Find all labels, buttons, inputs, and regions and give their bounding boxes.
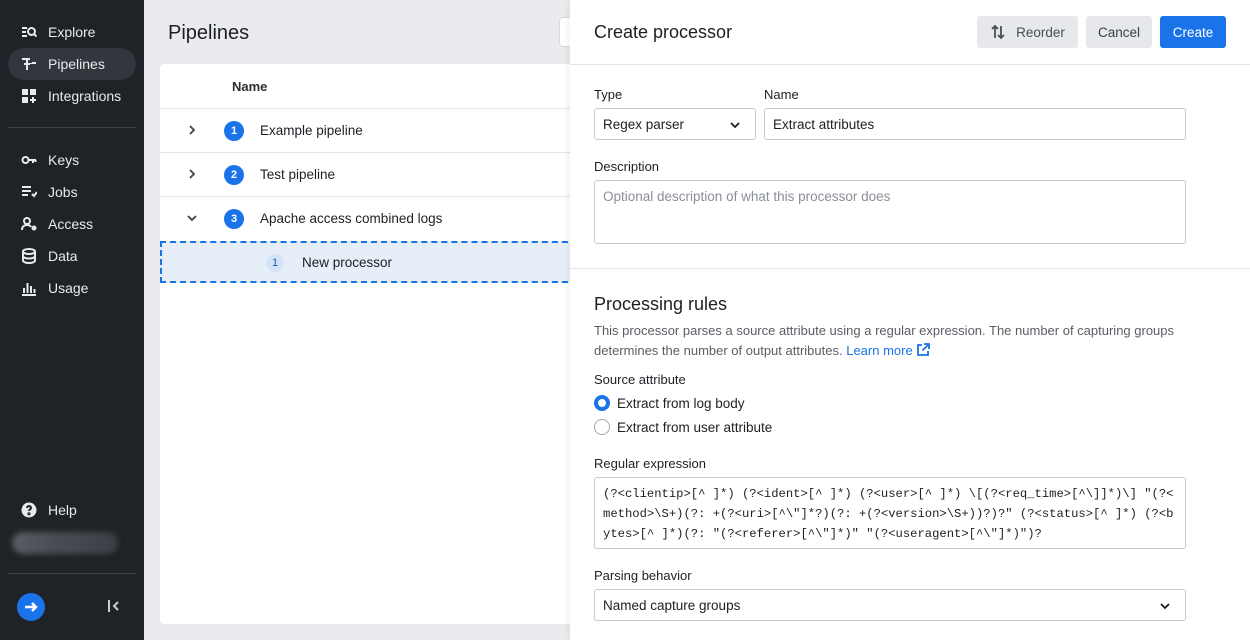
sidebar-item-access[interactable]: Access (8, 208, 136, 240)
pipeline-number-badge: 2 (224, 165, 244, 185)
reorder-button[interactable]: Reorder (977, 16, 1078, 48)
reorder-icon (991, 24, 1005, 40)
radio-user-attribute[interactable]: Extract from user attribute (594, 419, 772, 435)
type-label: Type (594, 87, 623, 102)
processor-number-badge: 1 (266, 254, 284, 272)
regex-input[interactable]: (?<clientip>[^ ]*) (?<ident>[^ ]*) (?<us… (594, 477, 1186, 549)
description-label: Description (594, 159, 660, 174)
sidebar-item-label: Jobs (48, 184, 78, 200)
description-textarea[interactable] (594, 180, 1186, 244)
sidebar-item-integrations[interactable]: Integrations (8, 80, 136, 112)
radio-label: Extract from user attribute (617, 419, 773, 435)
page-title: Pipelines (168, 22, 250, 44)
sidebar-item-label: Data (48, 248, 78, 264)
sidebar-item-label: Keys (48, 152, 80, 168)
pipeline-number-badge: 1 (224, 121, 244, 141)
radio-label: Extract from log body (617, 395, 745, 411)
table-row[interactable]: 2 Test pipeline (160, 152, 580, 196)
chevron-right-icon[interactable] (185, 123, 199, 137)
integrations-icon (20, 87, 38, 105)
cancel-button[interactable]: Cancel (1086, 16, 1152, 48)
explore-icon (20, 23, 38, 41)
processor-row-selected[interactable]: 1 New processor (160, 241, 578, 283)
sidebar-item-label: Pipelines (48, 56, 105, 72)
sidebar-item-pipelines[interactable]: Pipelines (8, 48, 136, 80)
sidebar-item-help[interactable]: Help (8, 494, 136, 526)
sidebar-item-explore[interactable]: Explore (8, 16, 136, 48)
reorder-label: Reorder (1016, 24, 1065, 40)
processing-rules-title: Processing rules (594, 294, 728, 314)
pipeline-name: Example pipeline (260, 123, 363, 138)
type-select-value: Regex parser (603, 116, 685, 132)
chevron-down-icon (730, 122, 740, 129)
parsing-behavior-value: Named capture groups (603, 597, 741, 613)
collapse-sidebar-icon[interactable] (106, 598, 122, 614)
pipelines-table: Name 1 Example pipeline 2 Test pipeline … (160, 64, 580, 624)
regex-label: Regular expression (594, 456, 707, 471)
radio-log-body[interactable]: Extract from log body (594, 395, 745, 411)
name-label: Name (764, 87, 799, 102)
processor-name: New processor (302, 255, 393, 270)
learn-more-link[interactable]: Learn more (846, 343, 930, 358)
brand-logo-icon[interactable] (17, 593, 45, 621)
sidebar-divider (8, 127, 136, 128)
access-icon (20, 215, 38, 233)
divider (570, 64, 1250, 65)
panel-title: Create processor (594, 22, 733, 42)
table-row[interactable]: 3 Apache access combined logs (160, 196, 580, 240)
key-icon (20, 151, 38, 169)
chevron-down-icon (1160, 603, 1170, 610)
sidebar-item-usage[interactable]: Usage (8, 272, 136, 304)
chevron-right-icon[interactable] (185, 167, 199, 181)
processing-rules-description: This processor parses a source attribute… (594, 321, 1194, 361)
sidebar-divider (8, 573, 136, 574)
table-row[interactable]: 1 Example pipeline (160, 108, 580, 152)
pipeline-number-badge: 3 (224, 209, 244, 229)
sidebar-item-label: Usage (48, 280, 89, 296)
divider (570, 268, 1250, 269)
radio-unselected[interactable] (594, 419, 610, 435)
sidebar-item-label: Access (48, 216, 94, 232)
create-processor-panel: Create processor Reorder Cancel Create T… (570, 0, 1250, 640)
chevron-down-icon[interactable] (185, 211, 199, 225)
column-header-name[interactable]: Name (232, 79, 267, 94)
pipeline-name: Apache access combined logs (260, 211, 443, 226)
sidebar: Explore Pipelines Integrations Keys Jobs… (0, 0, 144, 640)
sidebar-item-jobs[interactable]: Jobs (8, 176, 136, 208)
create-button[interactable]: Create (1160, 16, 1226, 48)
pipelines-icon (20, 55, 38, 73)
sidebar-item-label: Help (48, 502, 77, 518)
external-link-icon (916, 343, 930, 357)
sidebar-item-keys[interactable]: Keys (8, 144, 136, 176)
sidebar-item-label: Integrations (48, 88, 122, 104)
jobs-icon (20, 183, 38, 201)
pipeline-name: Test pipeline (260, 167, 336, 182)
name-input[interactable] (764, 108, 1186, 140)
parsing-behavior-select[interactable]: Named capture groups (594, 589, 1186, 621)
sidebar-item-label: Explore (48, 24, 96, 40)
database-icon (20, 247, 38, 265)
source-attribute-label: Source attribute (594, 372, 686, 387)
usage-icon (20, 279, 38, 297)
type-select[interactable]: Regex parser (594, 108, 756, 140)
sidebar-item-data[interactable]: Data (8, 240, 136, 272)
radio-selected[interactable] (594, 395, 610, 411)
user-profile[interactable] (12, 532, 118, 554)
help-icon (20, 501, 38, 519)
parsing-behavior-label: Parsing behavior (594, 568, 692, 583)
learn-more-label: Learn more (846, 343, 913, 358)
